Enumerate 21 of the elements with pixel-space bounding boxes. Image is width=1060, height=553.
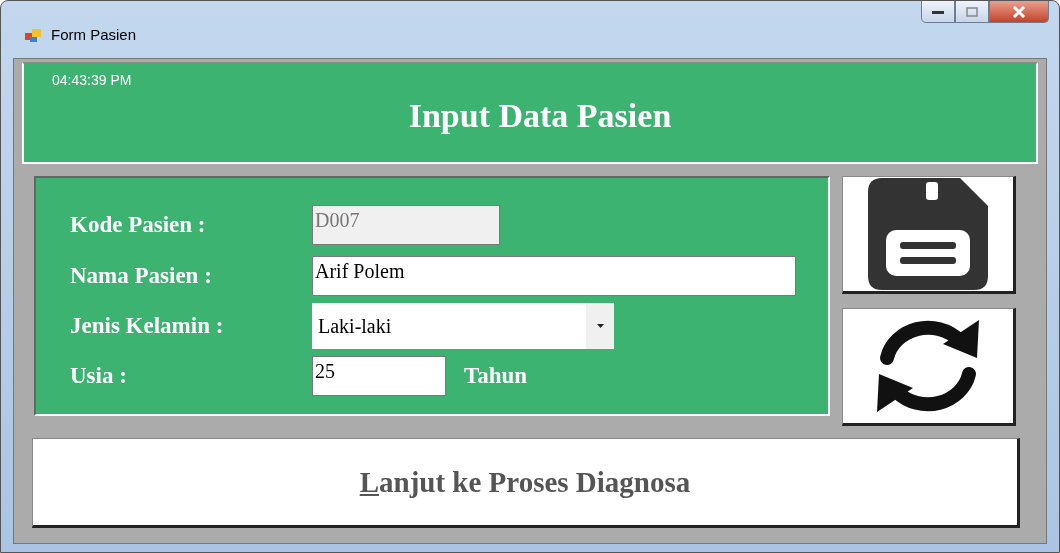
gender-dropdown[interactable]: Laki-laki — [312, 303, 614, 349]
maximize-icon — [966, 6, 978, 17]
form-title: Input Data Pasien — [408, 97, 672, 135]
minimize-button[interactable] — [921, 1, 955, 23]
input-field[interactable]: Arif Polem — [312, 256, 796, 296]
next-step-button[interactable]: Lanjut ke Proses Diagnosa — [32, 438, 1020, 528]
save-button[interactable] — [842, 176, 1016, 294]
window-title: Form Pasien — [51, 26, 137, 43]
input-field[interactable]: 25 — [312, 356, 446, 396]
refresh-button[interactable] — [842, 308, 1016, 426]
maximize-button[interactable] — [955, 1, 989, 23]
field-label: Nama Pasien : — [70, 263, 213, 289]
app-icon — [25, 27, 41, 43]
field-label: Usia : — [70, 363, 128, 389]
close-button[interactable] — [989, 1, 1049, 23]
unit-label: Tahun — [464, 363, 528, 389]
clock-label: 04:43:39 PM — [52, 72, 132, 88]
field-label: Kode Pasien : — [70, 212, 207, 238]
caret-icon — [596, 324, 604, 328]
field-label: Jenis Kelamin : — [70, 313, 225, 339]
close-icon — [1012, 5, 1026, 18]
